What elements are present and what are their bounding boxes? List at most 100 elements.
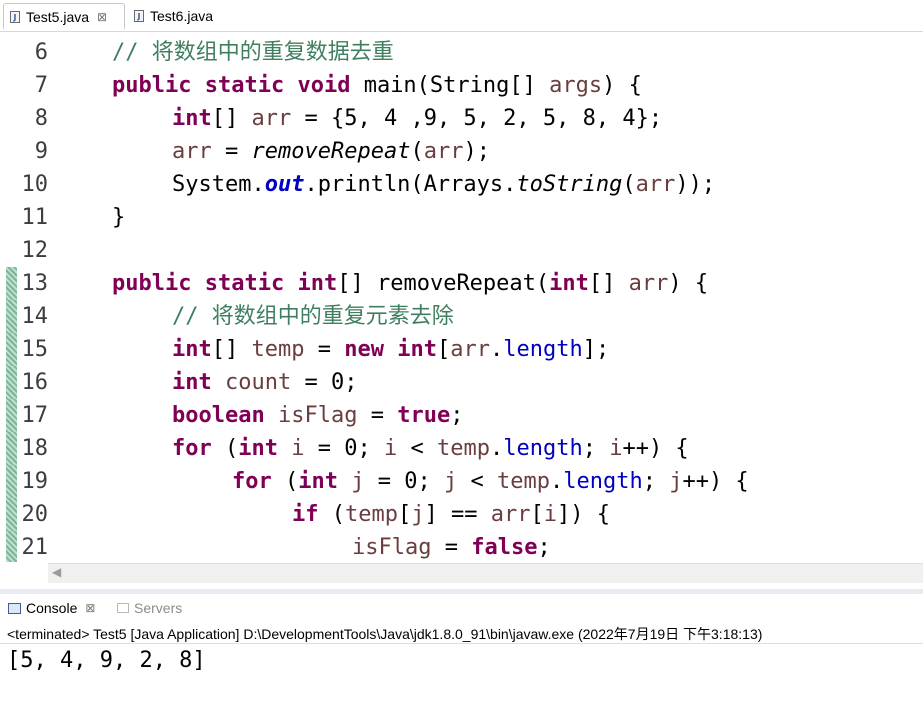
line-number: 12 xyxy=(21,238,49,263)
editor-tab-test6[interactable]: J Test6.java xyxy=(130,3,240,29)
line-number: 6 xyxy=(34,40,48,65)
comment: // 将数组中的重复数据去重 xyxy=(112,40,394,65)
keyword: if xyxy=(292,502,319,527)
code-text: arr = removeRepeat(arr); xyxy=(172,135,490,168)
console-icon xyxy=(8,602,21,614)
variable: arr xyxy=(628,271,669,296)
keyword: new xyxy=(344,337,384,362)
code-token: ); xyxy=(463,139,490,164)
method-name: removeRepeat xyxy=(376,271,536,296)
variable: arr xyxy=(635,172,676,197)
variable: i xyxy=(383,436,398,461)
field: length xyxy=(503,337,583,362)
editor-tab-label: Test5.java xyxy=(26,8,90,25)
keyword: int xyxy=(298,469,338,494)
code-token: ; xyxy=(582,436,610,461)
code-text: boolean isFlag = true; xyxy=(172,399,463,432)
code-token: [ xyxy=(530,502,544,527)
servers-icon xyxy=(117,603,129,613)
code-token: = xyxy=(304,337,345,362)
line-number: 19 xyxy=(21,469,49,494)
code-text: int[] temp = new int[arr.length]; xyxy=(172,333,609,366)
code-token: ++) { xyxy=(682,469,749,494)
line-number: 10 xyxy=(21,172,49,197)
code-token: ) { xyxy=(668,271,709,296)
code-token: . xyxy=(549,469,564,494)
scroll-left-icon[interactable]: ◀ xyxy=(52,565,61,579)
keyword: void xyxy=(297,73,351,98)
variable: temp xyxy=(436,436,490,461)
code-line: 8 int[] arr = {5, 4 ,9, 5, 2, 5, 8, 4}; xyxy=(0,102,923,135)
variable: arr xyxy=(490,502,531,527)
variable: j xyxy=(411,502,425,527)
code-token: ) { xyxy=(602,73,642,98)
code-text: int[] arr = {5, 4 ,9, 5, 2, 5, 8, 4}; xyxy=(172,102,662,135)
comment: // 将数组中的重复元素去除 xyxy=(172,304,454,329)
code-token: < xyxy=(457,469,497,494)
code-line: 12 xyxy=(0,234,923,267)
variable: j xyxy=(443,469,458,494)
code-text: System.out.println(Arrays.toString(arr))… xyxy=(172,168,715,201)
code-line: 15 int[] temp = new int[arr.length]; xyxy=(0,333,923,366)
keyword: for xyxy=(172,436,212,461)
method-call: removeRepeat xyxy=(251,139,411,164)
divider xyxy=(0,643,923,644)
code-token: < xyxy=(397,436,437,461)
console-output[interactable]: [5, 4, 9, 2, 8] xyxy=(7,648,206,673)
code-text: isFlag = false; xyxy=(352,531,551,562)
variable: i xyxy=(609,436,623,461)
code-token: ; xyxy=(537,535,551,560)
code-token: ] == xyxy=(424,502,491,527)
code-line: 16 int count = 0; xyxy=(0,366,923,399)
code-line: 6 // 将数组中的重复数据去重 xyxy=(0,36,923,69)
variable: arr xyxy=(172,139,212,164)
variable: j xyxy=(351,469,365,494)
code-line: 17 boolean isFlag = true; xyxy=(0,399,923,432)
line-number: 9 xyxy=(34,139,48,164)
code-token: = 0; xyxy=(291,370,358,395)
variable: i xyxy=(291,436,305,461)
line-number: 14 xyxy=(21,304,49,329)
code-token: ]) { xyxy=(556,502,610,527)
code-token: [ xyxy=(397,502,412,527)
code-token: = xyxy=(431,535,472,560)
code-token: ( xyxy=(318,502,345,527)
keyword: for xyxy=(232,469,272,494)
code-token: [] xyxy=(337,271,377,296)
close-tab-icon[interactable]: ⊠ xyxy=(85,601,95,615)
code-token: ; xyxy=(450,403,464,428)
editor-tab-test5[interactable]: J Test5.java ⊠ xyxy=(3,3,125,29)
horizontal-scrollbar[interactable]: ◀ xyxy=(48,563,923,583)
line-number: 7 xyxy=(34,73,48,98)
variable: temp xyxy=(496,469,550,494)
keyword: public xyxy=(112,73,192,98)
keyword: false xyxy=(471,535,538,560)
code-token: ++) { xyxy=(622,436,689,461)
tab-servers[interactable]: Servers xyxy=(117,597,182,619)
code-line: 11 } xyxy=(0,201,923,234)
code-token: main(String[] xyxy=(350,73,550,98)
code-editor[interactable]: 6 // 将数组中的重复数据去重 7 public static void ma… xyxy=(0,32,923,562)
code-token: ( xyxy=(535,271,550,296)
code-token: . xyxy=(489,337,504,362)
line-number: 8 xyxy=(34,106,48,131)
code-line: 7 public static void main(String[] args)… xyxy=(0,69,923,102)
code-token: [] xyxy=(211,337,252,362)
close-tab-icon[interactable]: ⊠ xyxy=(97,10,107,24)
tab-console[interactable]: Console ⊠ xyxy=(8,597,95,619)
code-text: public static int[] removeRepeat(int[] a… xyxy=(112,267,708,300)
method-call: toString xyxy=(516,172,623,197)
line-number: 16 xyxy=(21,370,49,395)
java-file-icon: J xyxy=(10,10,20,23)
code-token: = {5, 4 ,9, 5, 2, 5, 8, 4}; xyxy=(291,106,663,131)
java-file-icon: J xyxy=(134,10,144,22)
keyword: static xyxy=(204,271,285,296)
code-token: ( xyxy=(211,436,239,461)
variable: count xyxy=(225,370,292,395)
